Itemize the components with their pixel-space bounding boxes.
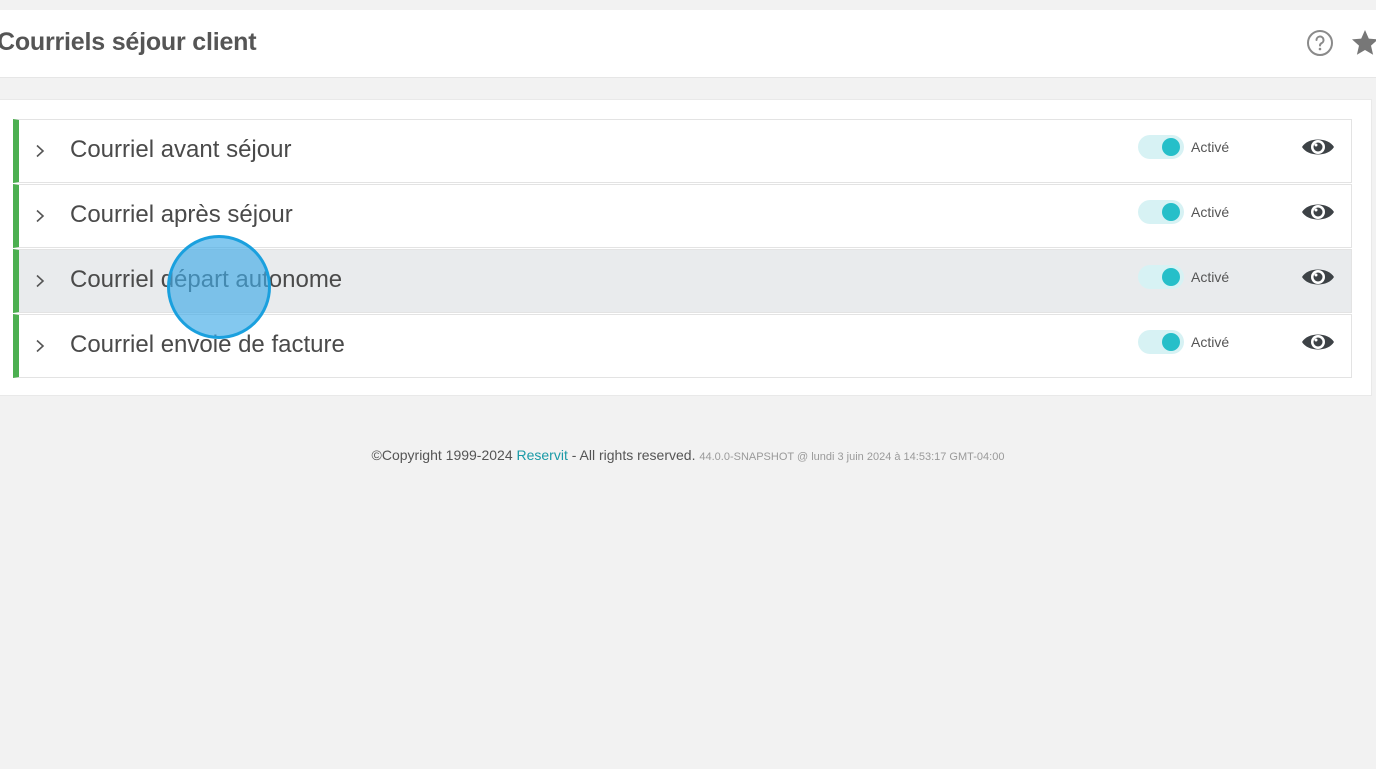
list-item-label: Courriel après séjour: [70, 201, 293, 228]
page-title: Courriels séjour client: [0, 28, 257, 56]
top-bar: [0, 0, 1376, 10]
list-item-label: Courriel avant séjour: [70, 136, 292, 163]
brand-link[interactable]: Reservit: [517, 447, 568, 463]
enable-toggle[interactable]: [1138, 265, 1184, 289]
toggle-label: Activé: [1191, 334, 1230, 350]
rights-text: - All rights reserved.: [567, 447, 696, 463]
page-header: Courriels séjour client: [0, 10, 1376, 78]
eye-icon[interactable]: [1300, 328, 1336, 356]
copyright-text: ©Copyright 1999-2024: [371, 447, 513, 463]
chevron-right-icon[interactable]: [35, 144, 45, 158]
list-item-label: Courriel départ autonome: [70, 266, 343, 293]
list-item-envoie-facture[interactable]: Courriel envoie de facture Activé: [13, 314, 1352, 378]
email-list-panel: Courriel avant séjour Activé Courriel ap…: [0, 99, 1372, 396]
toggle-label: Activé: [1191, 269, 1230, 285]
toggle-label: Activé: [1191, 204, 1230, 220]
chevron-right-icon[interactable]: [35, 209, 45, 223]
footer: ©Copyright 1999-2024 Reservit - All righ…: [0, 447, 1376, 463]
help-circle-icon[interactable]: [1306, 29, 1334, 57]
build-info: 44.0.0-SNAPSHOT @ lundi 3 juin 2024 à 14…: [699, 451, 1005, 463]
star-icon[interactable]: [1350, 28, 1376, 58]
list-item-apres-sejour[interactable]: Courriel après séjour Activé: [13, 184, 1352, 248]
eye-icon[interactable]: [1300, 198, 1336, 226]
chevron-right-icon[interactable]: [35, 274, 45, 288]
enable-toggle[interactable]: [1138, 135, 1184, 159]
list-item-avant-sejour[interactable]: Courriel avant séjour Activé: [13, 119, 1352, 183]
enable-toggle[interactable]: [1138, 200, 1184, 224]
eye-icon[interactable]: [1300, 133, 1336, 161]
enable-toggle[interactable]: [1138, 330, 1184, 354]
chevron-right-icon[interactable]: [35, 339, 45, 353]
list-item-label: Courriel envoie de facture: [70, 331, 345, 358]
toggle-label: Activé: [1191, 139, 1230, 155]
list-item-depart-autonome[interactable]: Courriel départ autonome Activé: [13, 249, 1352, 313]
eye-icon[interactable]: [1300, 263, 1336, 291]
